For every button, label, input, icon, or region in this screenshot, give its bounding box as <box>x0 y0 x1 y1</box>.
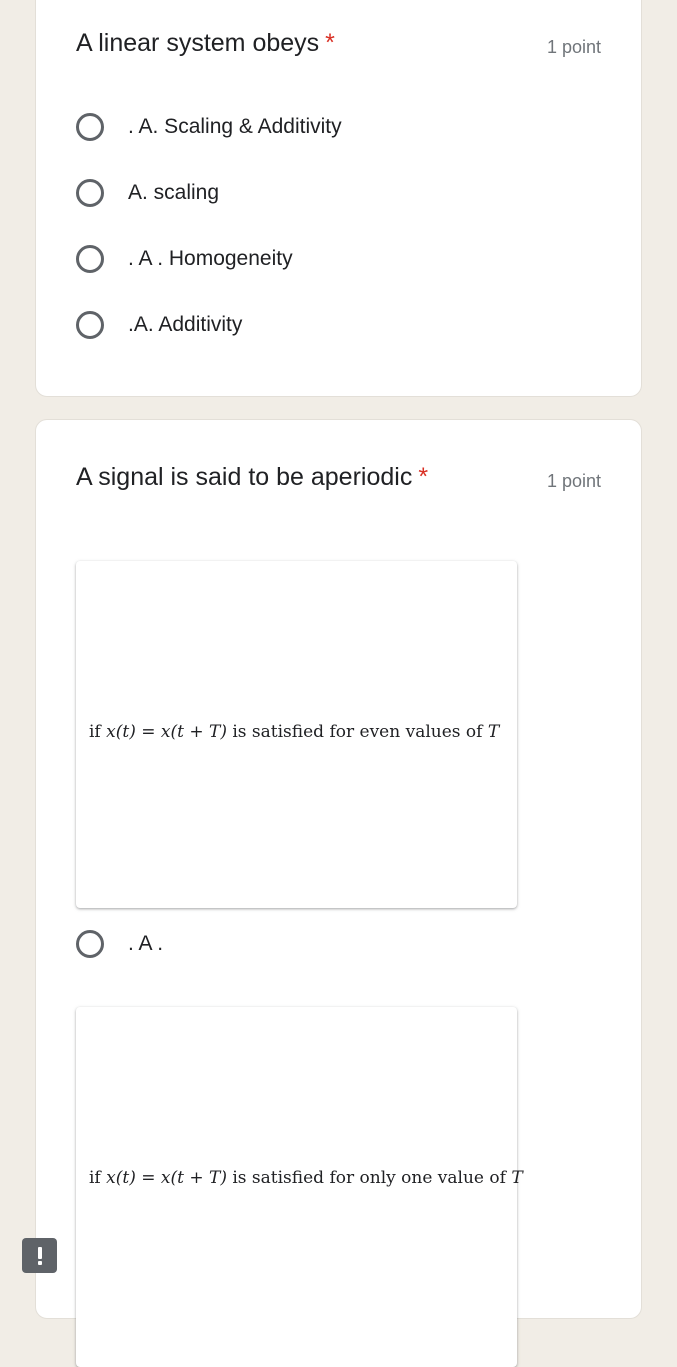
radio-option-a[interactable]: . A . <box>76 926 163 962</box>
question-card-linear-system: A linear system obeys * 1 point . A. Scal… <box>35 0 642 397</box>
question-points: 1 point <box>546 37 601 57</box>
option-label: .A. Additivity <box>128 313 243 336</box>
radio-option-scaling[interactable]: A. scaling <box>76 175 219 211</box>
required-asterisk: * <box>325 29 335 57</box>
radio-option-scaling-additivity[interactable]: . A. Scaling & Additivity <box>76 109 342 145</box>
radio-button[interactable] <box>76 930 104 958</box>
option-label: . A . <box>128 932 164 955</box>
radio-option-additivity[interactable]: .A. Additivity <box>76 307 242 343</box>
option-label: . A. Scaling & Additivity <box>128 115 342 138</box>
radio-button[interactable] <box>76 113 104 141</box>
formula-prefix: if <box>89 722 107 742</box>
question-title-text: A linear system obeys <box>76 29 320 57</box>
option-image-formula-text: if x(t) = x(t + T) is satisfied for only… <box>89 1168 523 1188</box>
required-asterisk: * <box>418 463 429 491</box>
formula-variable: T <box>511 1168 523 1188</box>
question-title: A signal is said to be aperiodic * <box>76 463 428 492</box>
formula-variable: T <box>487 722 500 742</box>
question-title-text: A signal is said to be aperiodic <box>76 463 413 491</box>
option-image-formula-text: if x(t) = x(t + T) is satisfied for even… <box>89 722 499 742</box>
radio-option-homogeneity[interactable]: . A . Homogeneity <box>76 241 293 277</box>
option-image-one-value: if x(t) = x(t + T) is satisfied for only… <box>76 1007 523 1367</box>
formula-prefix: if <box>89 1168 107 1188</box>
radio-button[interactable] <box>76 311 104 339</box>
formula-expression: x(t) = x(t + T) <box>106 1168 227 1188</box>
option-label: . A . Homogeneity <box>128 247 293 270</box>
question-card-aperiodic-signal: A signal is said to be aperiodic * 1 poin… <box>35 419 642 1367</box>
radio-button[interactable] <box>76 179 104 207</box>
formula-expression: x(t) = x(t + T) <box>106 722 227 742</box>
option-image-even-values: if x(t) = x(t + T) is satisfied for even… <box>76 561 517 908</box>
question-points: 1 point <box>546 471 601 491</box>
formula-suffix: is satisfied for even values of <box>226 722 488 742</box>
exclamation-icon <box>37 1246 42 1265</box>
formula-suffix: is satisfied for only one value of <box>226 1168 512 1188</box>
question-title: A linear system obeys * <box>76 29 335 58</box>
radio-button[interactable] <box>76 245 104 273</box>
report-exclamation-icon[interactable] <box>22 1238 57 1273</box>
option-label: A. scaling <box>128 181 220 204</box>
